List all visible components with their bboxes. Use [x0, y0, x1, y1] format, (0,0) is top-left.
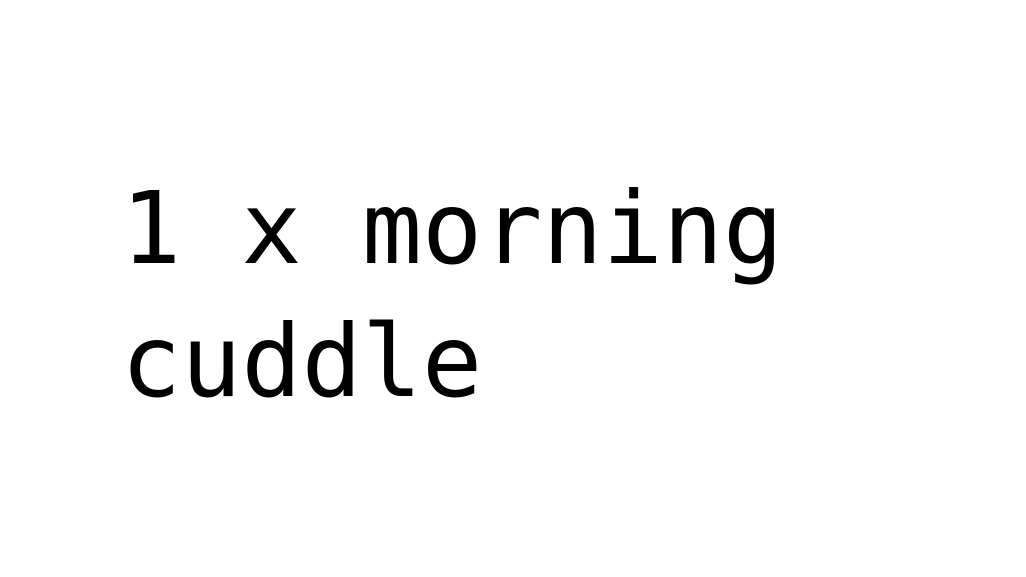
card-message-line-2: cuddle	[121, 303, 483, 420]
card-message: 1 x morning cuddle	[121, 162, 783, 428]
card-message-line-1: 1 x morning	[121, 170, 784, 287]
text-card: 1 x morning cuddle	[0, 0, 1026, 577]
